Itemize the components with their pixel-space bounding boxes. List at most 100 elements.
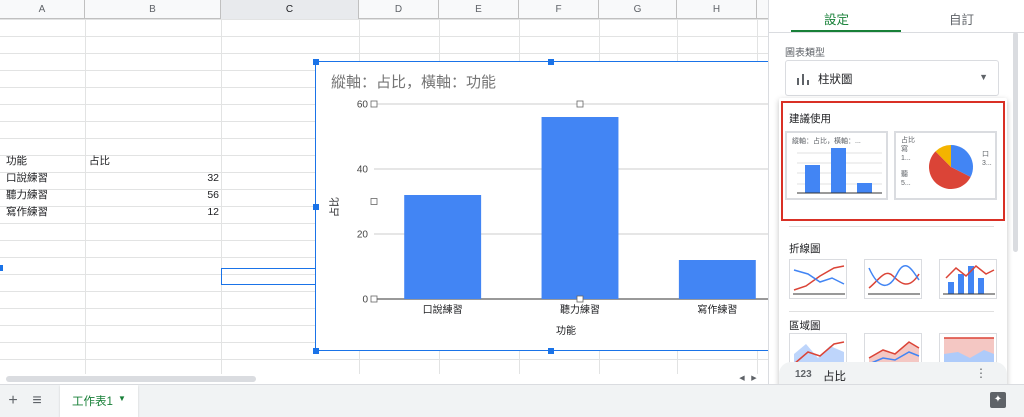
panel-scrollbar[interactable] [1013,32,1018,252]
thumb-title: 縱軸：占比，橫軸：... [792,136,861,145]
column-header-d[interactable]: D [359,0,439,19]
tab-setup[interactable]: 設定 [824,9,849,28]
line-chart-section-label: 折線圖 [789,243,821,255]
resize-handle-tl[interactable] [313,59,319,65]
series-row[interactable]: 123 占比 ⋮ [779,362,1007,384]
pie-thumb-label: 3... [982,160,992,167]
smooth-line-chart-thumbnail [868,264,920,295]
cell-b-row2[interactable]: 56 [89,187,219,204]
bar-chart-icon [797,74,809,85]
chevron-down-icon[interactable]: ▼ [118,394,126,403]
chart-bars [404,117,756,299]
cell-b-header[interactable]: 占比 [89,153,219,170]
column-header-a[interactable]: A [0,0,85,19]
row-gridline [0,359,768,360]
combo-chart-option[interactable] [939,259,997,299]
y-axis-label[interactable]: 占比 [328,197,341,217]
x-tick-label: 聽力練習 [560,303,600,316]
row-gridline [0,53,768,54]
x-tick-label: 口說練習 [423,303,463,316]
cell-a-header[interactable]: 功能 [6,153,82,170]
cell-b-row3[interactable]: 12 [89,204,219,221]
column-header-e[interactable]: E [439,0,519,19]
line-chart-thumbnail [793,265,845,295]
pie-thumb-title: 占比 [901,135,915,144]
section-divider [789,226,994,227]
resize-handle-left[interactable] [313,204,319,210]
cell-a-row1[interactable]: 口說練習 [6,170,82,187]
resize-handle-bl[interactable] [313,348,319,354]
spreadsheet-grid-area[interactable]: A B C D E F G H 功能 占比 口說練習 32 聽力練習 56 寫作… [0,0,768,384]
plot-area-handle[interactable] [576,295,584,303]
row-gridline [0,36,768,37]
pie-thumb-label: 1... [901,155,911,162]
pie-thumb-label: 聽 [901,169,908,178]
chart-type-label: 圖表類型 [785,48,825,59]
resize-handle-top[interactable] [548,59,554,65]
all-sheets-icon[interactable]: ≡ [29,392,45,410]
section-divider [789,311,994,312]
chart-editor-panel: 設定 自訂 圖表類型 柱狀圖 ▼ 建議使用 縱軸：占比，橫軸：... 占比 寫 … [768,0,1024,384]
column-gridline [221,19,222,379]
scroll-right-arrow[interactable]: ▶ [749,374,759,384]
plot-area-handle[interactable] [370,198,378,205]
column-header-h[interactable]: H [677,0,757,19]
sheet-tab-1[interactable]: 工作表1 ▼ [60,385,138,417]
recommended-bar-chart-option[interactable]: 縱軸：占比，橫軸：... [785,131,888,200]
sheet-tab-label: 工作表1 [72,396,113,408]
bar[interactable] [678,260,756,299]
row-gridline [0,19,768,20]
bar[interactable] [541,117,619,299]
pie-thumb-label: 口 [982,150,989,158]
plot-area-handle[interactable] [370,295,378,303]
column-header-g[interactable]: G [599,0,677,19]
chart-type-dropdown[interactable]: 建議使用 縱軸：占比，橫軸：... 占比 寫 1... 聽 5... 口 3..… [779,98,1007,384]
bar[interactable] [404,195,482,299]
chart-title[interactable]: 縱軸：占比，橫軸：功能 [331,74,496,91]
horizontal-scroll-thumb[interactable] [6,376,256,382]
chart-type-value: 柱狀圖 [818,74,853,86]
resize-handle-bottom[interactable] [548,348,554,354]
column-header-c[interactable]: C [221,0,359,19]
pie-chart-thumbnail: 占比 寫 1... 聽 5... 口 3... [901,135,992,190]
tab-customize[interactable]: 自訂 [949,9,974,28]
column-header-b[interactable]: B [85,0,221,19]
chevron-down-icon: ▼ [979,72,988,82]
bar-chart-svg: 縱軸：占比，橫軸：功能 0 20 40 60 口說練習 聽力練習 寫作練習 功能 占比 [328,74,768,337]
tab-divider [769,32,1024,33]
y-tick-label: 0 [362,295,368,306]
y-tick-label: 60 [357,100,369,111]
sheet-tab-bar: + ≡ 工作表1 ▼ ✦ [0,384,1024,417]
horizontal-scrollbar[interactable] [0,374,768,384]
plot-area-handle[interactable] [370,100,378,108]
cell-a-row3[interactable]: 寫作練習 [6,204,82,221]
column-header-row: A B C D E F G H [0,0,768,19]
scroll-left-arrow[interactable]: ◀ [737,374,747,384]
more-options-icon[interactable]: ⋮ [975,366,987,380]
cell-a-row2[interactable]: 聽力練習 [6,187,82,204]
recommended-section-label: 建議使用 [789,113,831,125]
chart-type-select[interactable]: 柱狀圖 ▼ [785,60,999,96]
y-axis-ticks: 0 20 40 60 [357,100,369,306]
number-format-icon: 123 [795,369,812,380]
pie-thumb-label: 5... [901,180,911,187]
column-header-f[interactable]: F [519,0,599,19]
row-marker [0,265,3,271]
recommended-pie-chart-option[interactable]: 占比 寫 1... 聽 5... 口 3... [894,131,997,200]
column-gridline [85,19,86,379]
area-chart-section-label: 區域圖 [789,320,821,332]
pie-thumb-label: 寫 [901,144,908,153]
x-axis-ticks: 口說練習 聽力練習 寫作練習 [423,303,738,316]
embedded-chart[interactable]: 縱軸：占比，橫軸：功能 0 20 40 60 口說練習 聽力練習 寫作練習 功能 占比 [313,59,768,354]
selected-cell-outline [221,268,317,285]
line-chart-option[interactable] [789,259,847,299]
bar-chart-thumbnail: 縱軸：占比，橫軸：... [792,136,882,194]
add-sheet-icon[interactable]: + [5,392,21,410]
explore-icon[interactable]: ✦ [990,392,1006,408]
plot-area-handle[interactable] [576,100,584,108]
x-axis-label[interactable]: 功能 [556,324,576,337]
y-tick-label: 40 [357,165,369,176]
cell-b-row1[interactable]: 32 [89,170,219,187]
smooth-line-chart-option[interactable] [864,259,922,299]
series-name: 占比 [823,371,846,383]
